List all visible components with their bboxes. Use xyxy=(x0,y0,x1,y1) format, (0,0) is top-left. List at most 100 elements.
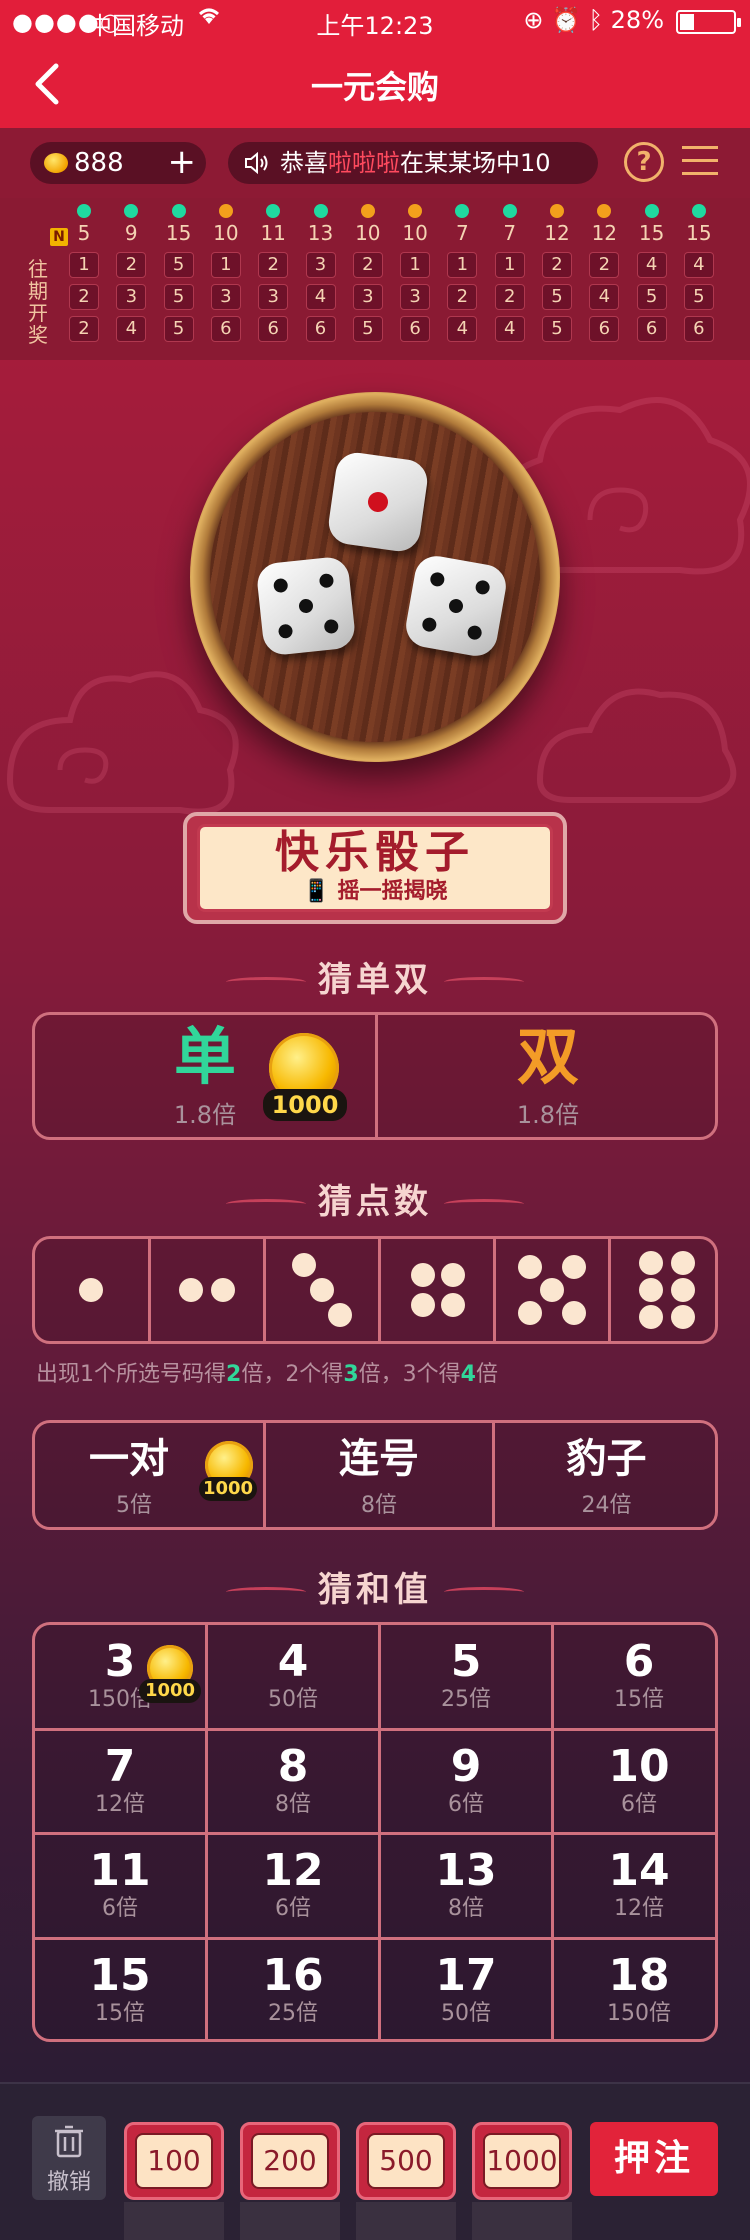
sum-multiplier: 15倍 xyxy=(95,2000,145,2026)
history-parity-dot xyxy=(313,204,328,218)
page: ●●●●○ 中国移动 上午12:23 ⊕ ⏰ ᛒ 28% 一元会购 888 + … xyxy=(0,0,750,2240)
bet-sum-9[interactable]: 9 6倍 xyxy=(381,1730,551,1834)
game-banner: 快乐骰子 📱 摇一摇揭晓 xyxy=(183,812,567,924)
bet-sum-7[interactable]: 7 12倍 xyxy=(35,1730,205,1834)
undo-label: 撤销 xyxy=(46,2170,91,2195)
bet-triple[interactable]: 豹子 24倍 xyxy=(495,1423,718,1527)
nav-bar: 一元会购 xyxy=(0,40,750,128)
orientation-lock-icon: ⊕ xyxy=(523,6,544,34)
history-panel: 往期开奖 N 5 1 2 2 9 2 3 4 15 5 5 5 10 1 3 6 11 2 3 6 13 3 4 6 10 2 3 5… xyxy=(0,198,750,360)
bet-sum-15[interactable]: 15 15倍 xyxy=(35,1939,205,2043)
bet-sum-16[interactable]: 16 25倍 xyxy=(208,1939,378,2043)
history-label: 往期开奖 xyxy=(28,257,48,347)
grid-divider xyxy=(35,1727,715,1731)
bet-sum-13[interactable]: 13 8倍 xyxy=(381,1834,551,1938)
place-bet-button[interactable]: 押注 xyxy=(590,2122,718,2196)
history-column: 13 3 4 6 xyxy=(302,204,340,342)
sum-multiplier: 12倍 xyxy=(95,1791,145,1817)
chip-200-label: 200 xyxy=(251,2133,329,2189)
sum-value: 8 xyxy=(277,1740,309,1792)
history-die-value: 2 xyxy=(589,252,620,278)
bet-sum-11[interactable]: 11 6倍 xyxy=(35,1834,205,1938)
game-subtitle: 📱 摇一摇揭晓 xyxy=(200,879,550,905)
bet-sum-4[interactable]: 4 50倍 xyxy=(208,1625,378,1729)
chip-200-button[interactable]: 200 xyxy=(240,2122,340,2200)
sum-multiplier: 15倍 xyxy=(614,1687,664,1712)
battery-icon xyxy=(676,10,741,34)
bet-sum-3[interactable]: 3 150倍 1000 xyxy=(35,1625,205,1729)
bet-face-5[interactable] xyxy=(496,1239,608,1341)
sum-multiplier: 50倍 xyxy=(441,2000,491,2026)
points-payout-note: 出现1个所选号码得2倍，2个得3倍，3个得4倍 xyxy=(36,1362,498,1387)
help-button[interactable]: ? xyxy=(624,142,664,182)
game-subtitle-text: 摇一摇揭晓 xyxy=(337,879,448,904)
section-title-points-text: 猜点数 xyxy=(318,1182,432,1222)
bet-face-3[interactable] xyxy=(266,1239,378,1341)
history-sum: 5 xyxy=(77,221,91,245)
bet-face-6[interactable] xyxy=(611,1239,718,1341)
section-title-odd-even: 猜单双 xyxy=(0,952,750,1001)
history-column: 12 2 4 6 xyxy=(585,204,623,342)
history-die-value: 6 xyxy=(258,316,289,342)
history-die-value: 5 xyxy=(163,316,194,342)
sum-value: 16 xyxy=(262,1949,324,2001)
history-die-value: 4 xyxy=(116,316,147,342)
chip-500-label: 500 xyxy=(367,2133,445,2189)
status-bar: ●●●●○ 中国移动 上午12:23 ⊕ ⏰ ᛒ 28% xyxy=(0,0,750,40)
menu-icon[interactable] xyxy=(682,146,718,178)
chip-500-button[interactable]: 500 xyxy=(356,2122,456,2200)
bet-sum-6[interactable]: 6 15倍 xyxy=(554,1625,724,1729)
chip-1000-button[interactable]: 1000 xyxy=(472,2122,572,2200)
sum-multiplier: 8倍 xyxy=(275,1791,311,1817)
sum-value: 7 xyxy=(104,1740,136,1792)
sum-grid: 3 150倍 1000 4 50倍 5 25倍 6 15倍 7 12倍 8 8倍 9 6倍 10 6倍 11 6倍 1… xyxy=(32,1622,718,2042)
bet-sum-17[interactable]: 17 50倍 xyxy=(381,1939,551,2043)
history-parity-dot xyxy=(502,204,517,218)
bet-straight[interactable]: 连号 8倍 xyxy=(266,1423,492,1527)
bet-even[interactable]: 双 1.8倍 xyxy=(378,1015,718,1137)
history-sum: 10 xyxy=(402,221,428,245)
coin-balance: 888 + xyxy=(30,142,206,184)
game-title: 快乐骰子 xyxy=(275,827,475,878)
battery-percent: 28% xyxy=(610,6,664,34)
bet-sum-10[interactable]: 10 6倍 xyxy=(554,1730,724,1834)
bet-pair[interactable]: 一对 5倍 1000 xyxy=(35,1423,263,1527)
history-die-value: 2 xyxy=(258,252,289,278)
history-die-value: 4 xyxy=(636,252,667,278)
bet-face-2[interactable] xyxy=(151,1239,263,1341)
history-die-value: 5 xyxy=(636,284,667,310)
bet-sum-18[interactable]: 18 150倍 xyxy=(554,1939,724,2043)
grid-divider xyxy=(35,1832,715,1835)
bet-sum-5[interactable]: 5 25倍 xyxy=(381,1625,551,1729)
bet-sum-8[interactable]: 8 8倍 xyxy=(208,1730,378,1834)
history-column: 10 1 3 6 xyxy=(207,204,245,342)
history-column: 10 1 3 6 xyxy=(396,204,434,342)
chip-100-label: 100 xyxy=(135,2133,213,2189)
bet-sum-14[interactable]: 14 12倍 xyxy=(554,1834,724,1938)
undo-button[interactable]: 撤销 xyxy=(32,2116,106,2200)
die-face-1 xyxy=(326,450,430,554)
history-column: 15 4 5 6 xyxy=(680,204,718,342)
bet-odd[interactable]: 单 1.8倍 1000 xyxy=(35,1015,375,1137)
bet-face-4[interactable] xyxy=(381,1239,493,1341)
add-coins-button[interactable]: + xyxy=(168,144,197,180)
history-die-value: 6 xyxy=(210,316,241,342)
history-parity-dot xyxy=(691,204,706,218)
bet-sum-12[interactable]: 12 6倍 xyxy=(208,1834,378,1938)
history-die-value: 2 xyxy=(116,252,147,278)
history-die-value: 1 xyxy=(400,252,431,278)
sum-multiplier: 12倍 xyxy=(614,1896,664,1921)
combo-panel: 一对 5倍 1000 连号 8倍 豹子 24倍 xyxy=(32,1420,718,1530)
sum-value: 12 xyxy=(262,1845,324,1896)
history-die-value: 4 xyxy=(683,252,714,278)
die-face-5-right xyxy=(402,552,510,660)
history-die-value: 1 xyxy=(447,252,478,278)
chip-100-button[interactable]: 100 xyxy=(124,2122,224,2200)
sum-multiplier: 8倍 xyxy=(448,1896,484,1921)
bet-face-1[interactable] xyxy=(35,1239,148,1341)
history-sum: 9 xyxy=(124,221,138,245)
dice-dish xyxy=(190,392,560,762)
section-title-sum-text: 猜和值 xyxy=(318,1570,432,1610)
history-parity-dot xyxy=(360,204,375,218)
bottom-bar: 撤销 100 200 500 1000 押注 xyxy=(0,2082,750,2240)
